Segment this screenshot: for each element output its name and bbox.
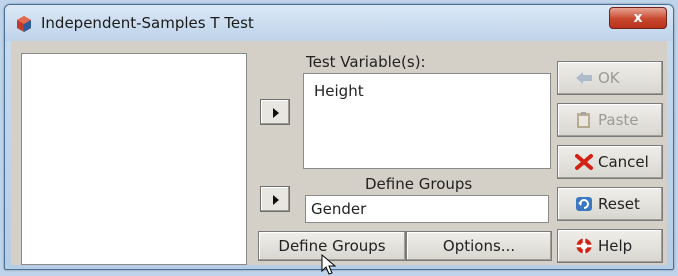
test-variables-label: Test Variable(s): (306, 53, 426, 71)
move-to-grouping-variable-button[interactable] (260, 186, 290, 212)
window-title: Independent-Samples T Test (41, 14, 254, 32)
app-icon (17, 16, 31, 32)
paste-label: Paste (598, 111, 639, 129)
move-to-test-variables-button[interactable] (260, 99, 290, 125)
arrow-right-icon (273, 195, 279, 205)
cancel-label: Cancel (598, 153, 649, 171)
paste-button[interactable]: Paste (557, 103, 663, 137)
ok-arrow-icon (576, 72, 592, 84)
help-button[interactable]: Help (557, 229, 663, 263)
grouping-variable-label: Define Groups (365, 175, 473, 193)
mouse-pointer-icon (321, 254, 337, 275)
grouping-variable-field[interactable]: Gender (305, 195, 549, 223)
red-x-icon (575, 154, 593, 170)
ok-label: OK (598, 69, 620, 87)
source-variable-list[interactable] (21, 53, 247, 265)
arrow-right-icon (273, 108, 279, 118)
refresh-icon (576, 197, 592, 211)
close-icon: x (633, 10, 643, 26)
options-button[interactable]: Options... (406, 231, 552, 261)
title-bar[interactable]: Independent-Samples T Test x (5, 5, 673, 41)
ok-button[interactable]: OK (557, 61, 663, 95)
test-variables-list[interactable]: Height (303, 73, 551, 169)
dialog-window: Independent-Samples T Test x Test Variab… (4, 4, 674, 275)
dialog-body: Test Variable(s): Height Define Groups G… (11, 41, 667, 275)
close-button[interactable]: x (609, 7, 667, 29)
lifebuoy-icon (576, 238, 592, 254)
reset-button[interactable]: Reset (557, 187, 663, 221)
test-variable-item[interactable]: Height (314, 82, 364, 100)
clipboard-icon (577, 112, 590, 128)
reset-label: Reset (598, 195, 640, 213)
help-label: Help (598, 237, 633, 255)
cancel-button[interactable]: Cancel (557, 145, 663, 179)
